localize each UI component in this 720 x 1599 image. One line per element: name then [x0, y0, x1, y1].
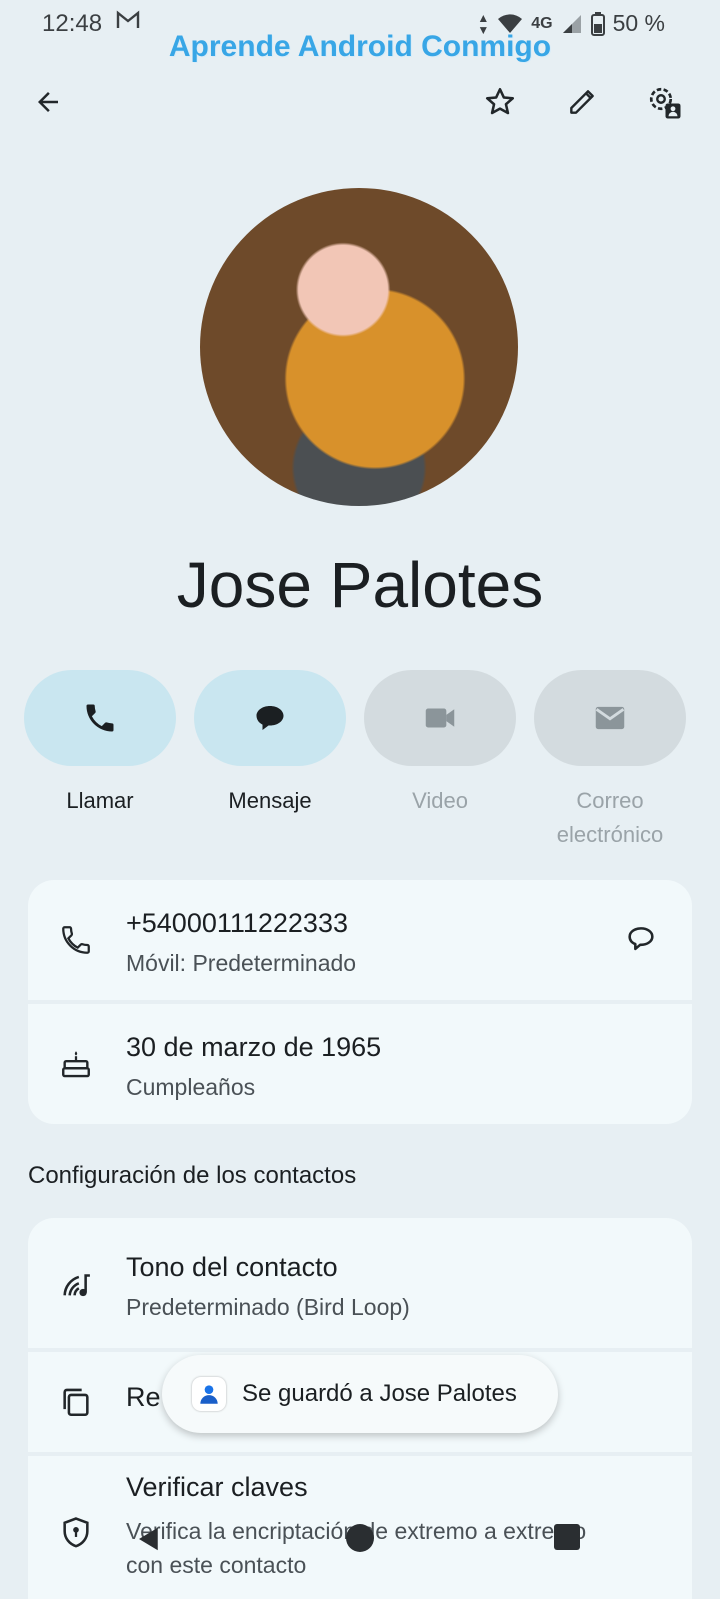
redirect-title: Re: [126, 1382, 161, 1412]
saved-snackbar: Se guardó a Jose Palotes: [162, 1355, 558, 1433]
phone-outline-icon: [56, 920, 96, 960]
contact-photo[interactable]: [200, 188, 518, 506]
cake-icon: [56, 1044, 96, 1084]
phone-number: +54000111222333: [126, 908, 348, 938]
copy-icon: [56, 1382, 96, 1422]
contact-settings-button[interactable]: [640, 78, 688, 126]
birthday-date: 30 de marzo de 1965: [126, 1032, 382, 1062]
snackbar-text: Se guardó a Jose Palotes: [242, 1380, 517, 1407]
send-message-button[interactable]: [616, 914, 666, 964]
video-button[interactable]: [364, 670, 516, 766]
shield-lock-icon: [56, 1512, 96, 1552]
ringtone-row[interactable]: Tono del contacto Predeterminado (Bird L…: [28, 1218, 692, 1348]
phone-type: Móvil: Predeterminado: [126, 950, 357, 976]
verify-keys-title: Verificar claves: [126, 1472, 308, 1502]
call-action[interactable]: Llamar: [24, 670, 176, 818]
videocam-icon: [425, 708, 455, 728]
settings-person-icon: [649, 87, 681, 119]
message-label: Mensaje: [228, 788, 312, 813]
ringtone-icon: [56, 1264, 96, 1304]
pencil-icon: [570, 90, 594, 114]
favorite-button[interactable]: [476, 78, 524, 126]
triangle-back-icon: [139, 1527, 158, 1551]
back-button[interactable]: [24, 78, 72, 126]
nav-back-button[interactable]: [134, 1524, 164, 1554]
email-action[interactable]: Correo electrónico: [534, 670, 686, 852]
nav-home-button[interactable]: [346, 1524, 374, 1552]
chat-outline-icon: [628, 927, 654, 951]
email-button[interactable]: [534, 670, 686, 766]
birthday-row[interactable]: 30 de marzo de 1965 Cumpleaños: [28, 1004, 692, 1124]
ringtone-value: Predeterminado (Bird Loop): [126, 1294, 410, 1320]
contact-name: Jose Palotes: [176, 549, 544, 621]
star-outline-icon: [485, 87, 515, 115]
nav-recents-button[interactable]: [554, 1524, 580, 1550]
message-action[interactable]: Mensaje: [194, 670, 346, 818]
video-action[interactable]: Video: [364, 670, 516, 818]
chat-bubble-icon: [256, 706, 284, 730]
phone-row[interactable]: +54000111222333 Móvil: Predeterminado: [28, 880, 692, 1004]
mail-icon: [595, 706, 625, 730]
message-button[interactable]: [194, 670, 346, 766]
contact-details-card: +54000111222333 Móvil: Predeterminado 30…: [28, 880, 692, 1124]
video-label: Video: [412, 788, 468, 813]
arrow-back-icon: [38, 92, 58, 112]
verify-keys-description: Verifica la encriptación de extremo a ex…: [126, 1518, 587, 1578]
ringtone-title: Tono del contacto: [126, 1252, 338, 1282]
email-label: Correo electrónico: [556, 788, 664, 847]
settings-section-title: Configuración de los contactos: [28, 1162, 357, 1189]
birthday-type: Cumpleaños: [126, 1074, 256, 1100]
phone-icon: [86, 704, 114, 732]
watermark-title: Aprende Android Conmigo: [168, 30, 552, 63]
contacts-app-icon: [192, 1377, 226, 1411]
edit-button[interactable]: [558, 78, 606, 126]
call-button[interactable]: [24, 670, 176, 766]
call-label: Llamar: [66, 788, 134, 813]
